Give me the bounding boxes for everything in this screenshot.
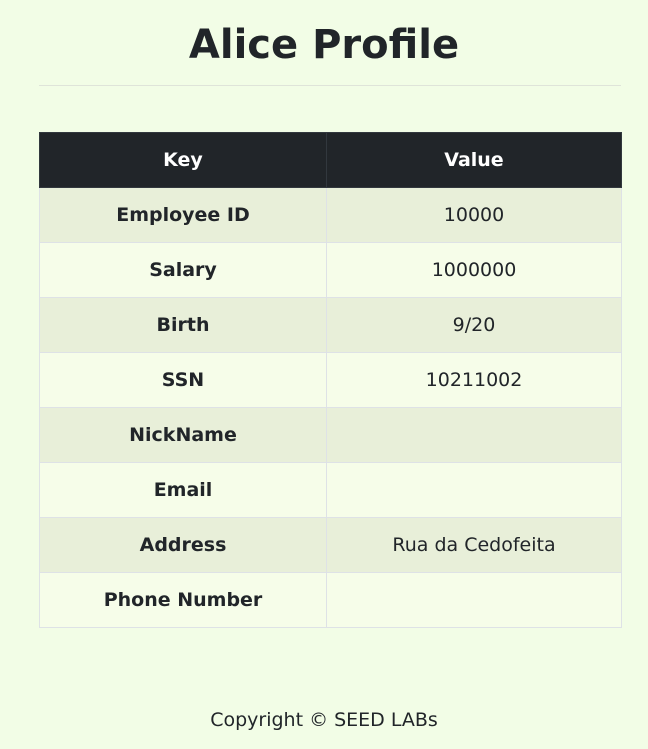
page-title: Alice Profile [188, 22, 460, 68]
row-value: 1000000 [326, 242, 622, 298]
table-row-employee-id: Employee ID 10000 [39, 187, 622, 243]
title-divider [39, 85, 621, 86]
table-row-nickname: NickName [39, 407, 622, 463]
row-key: Birth [39, 297, 327, 353]
column-header-value: Value [326, 132, 622, 188]
table-body: Employee ID 10000 Salary 1000000 Birth 9… [39, 187, 622, 628]
row-value: Rua da Cedofeita [326, 517, 622, 573]
row-key: Employee ID [39, 187, 327, 243]
table-row-salary: Salary 1000000 [39, 242, 622, 298]
table-row-birth: Birth 9/20 [39, 297, 622, 353]
footer-copyright: Copyright © SEED LABs [210, 709, 438, 731]
row-key: Address [39, 517, 327, 573]
row-value: 9/20 [326, 297, 622, 353]
table-header-row: Key Value [39, 132, 622, 188]
table-header: Key Value [39, 132, 622, 188]
table-row-address: Address Rua da Cedofeita [39, 517, 622, 573]
profile-table: Key Value Employee ID 10000 Salary 10000… [39, 132, 622, 628]
row-key: Phone Number [39, 572, 327, 628]
row-key: Email [39, 462, 327, 518]
row-value [326, 572, 622, 628]
column-header-key: Key [39, 132, 327, 188]
row-value: 10000 [326, 187, 622, 243]
row-key: SSN [39, 352, 327, 408]
table-row-ssn: SSN 10211002 [39, 352, 622, 408]
row-value [326, 462, 622, 518]
table-row-phone-number: Phone Number [39, 572, 622, 628]
row-key: Salary [39, 242, 327, 298]
row-value [326, 407, 622, 463]
table-row-email: Email [39, 462, 622, 518]
row-value: 10211002 [326, 352, 622, 408]
row-key: NickName [39, 407, 327, 463]
